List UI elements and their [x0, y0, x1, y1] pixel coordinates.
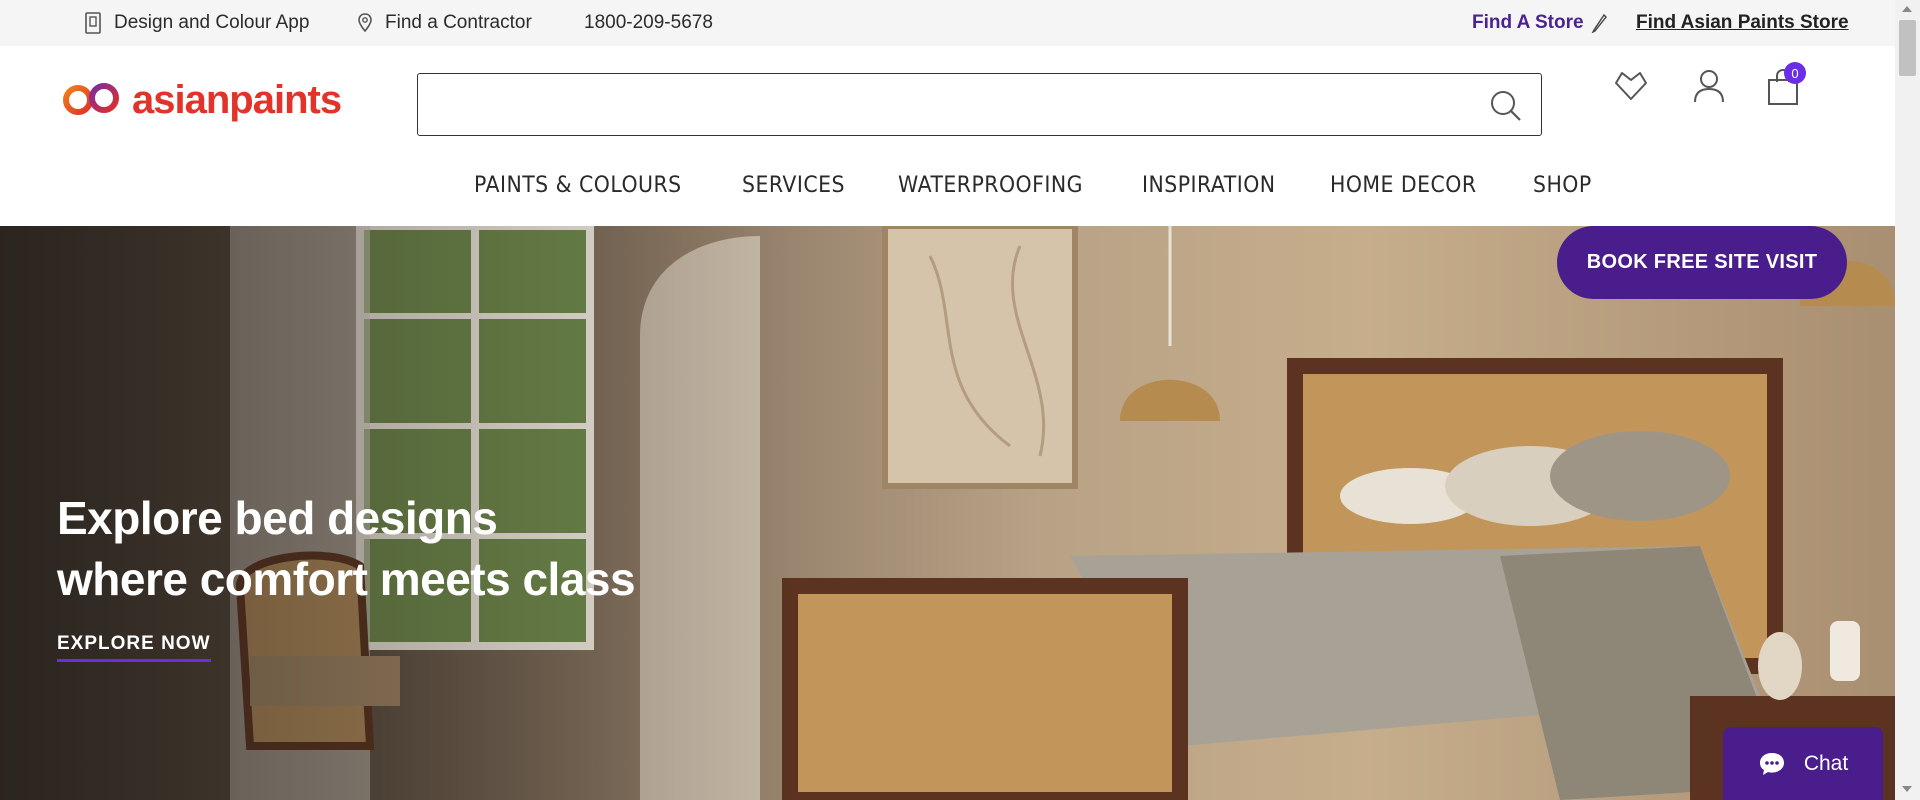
chat-button[interactable]: Chat — [1723, 727, 1883, 800]
search-input[interactable] — [418, 74, 1468, 132]
search-icon[interactable] — [1489, 89, 1523, 123]
user-icon — [1694, 70, 1724, 103]
page-scrollbar[interactable] — [1895, 0, 1920, 800]
phone-app-icon — [85, 12, 101, 34]
hero-title: Explore bed designs where comfort meets … — [57, 488, 636, 610]
nav-item-shop[interactable]: SHOP — [1533, 173, 1592, 198]
asianpaints-logo[interactable]: asianpaints — [58, 76, 342, 124]
hero-title-line-2: where comfort meets class — [57, 553, 636, 605]
nav-item-inspiration[interactable]: INSPIRATION — [1142, 173, 1276, 198]
wishlist-button[interactable] — [1612, 68, 1650, 107]
logo-mark-icon — [63, 83, 119, 123]
find-contractor-label: Find a Contractor — [385, 12, 532, 33]
find-a-store-label: Find A Store — [1472, 12, 1584, 33]
phone-number[interactable]: 1800-209-5678 — [584, 0, 713, 46]
nav-item-paints-colours[interactable]: PAINTS & COLOURS — [474, 173, 682, 198]
main-nav: PAINTS & COLOURS SERVICES WATERPROOFING … — [474, 173, 1641, 198]
pencil-icon — [1591, 13, 1607, 33]
design-colour-app-label: Design and Colour App — [114, 12, 310, 33]
top-utility-bar: Design and Colour App Find a Contractor … — [0, 0, 1895, 46]
scroll-down-arrow-icon[interactable] — [1902, 786, 1912, 792]
find-asian-paints-store-link[interactable]: Find Asian Paints Store — [1636, 0, 1849, 46]
hero-title-line-1: Explore bed designs — [57, 492, 498, 544]
scroll-thumb[interactable] — [1899, 20, 1916, 76]
hero-banner[interactable]: Explore bed designs where comfort meets … — [0, 226, 1895, 800]
nav-item-home-decor[interactable]: HOME DECOR — [1330, 173, 1477, 198]
cart-button[interactable]: 0 — [1766, 62, 1806, 111]
location-pin-icon — [358, 13, 372, 33]
find-contractor-link[interactable]: Find a Contractor — [357, 0, 532, 46]
logo-text: asianpaints — [132, 77, 342, 122]
account-button[interactable] — [1692, 68, 1726, 109]
scroll-up-arrow-icon[interactable] — [1902, 6, 1912, 12]
chat-bubble-icon — [1759, 752, 1784, 775]
find-asian-paints-store-label: Find Asian Paints Store — [1636, 12, 1849, 33]
find-a-store-link[interactable]: Find A Store — [1472, 0, 1608, 46]
nav-item-waterproofing[interactable]: WATERPROOFING — [898, 173, 1083, 198]
phone-number-label: 1800-209-5678 — [584, 12, 713, 33]
design-colour-app-link[interactable]: Design and Colour App — [84, 0, 309, 46]
search-box[interactable] — [417, 73, 1542, 136]
explore-now-link[interactable]: EXPLORE NOW — [57, 633, 211, 662]
book-free-site-visit-button[interactable]: BOOK FREE SITE VISIT — [1557, 226, 1847, 299]
nav-item-services[interactable]: SERVICES — [742, 173, 845, 198]
chat-label: Chat — [1803, 751, 1849, 775]
site-header: asianpaints 0 PAINTS & COLOURS SERVICES … — [0, 46, 1895, 226]
cart-count-badge: 0 — [1784, 62, 1806, 84]
heart-icon — [1615, 72, 1647, 100]
